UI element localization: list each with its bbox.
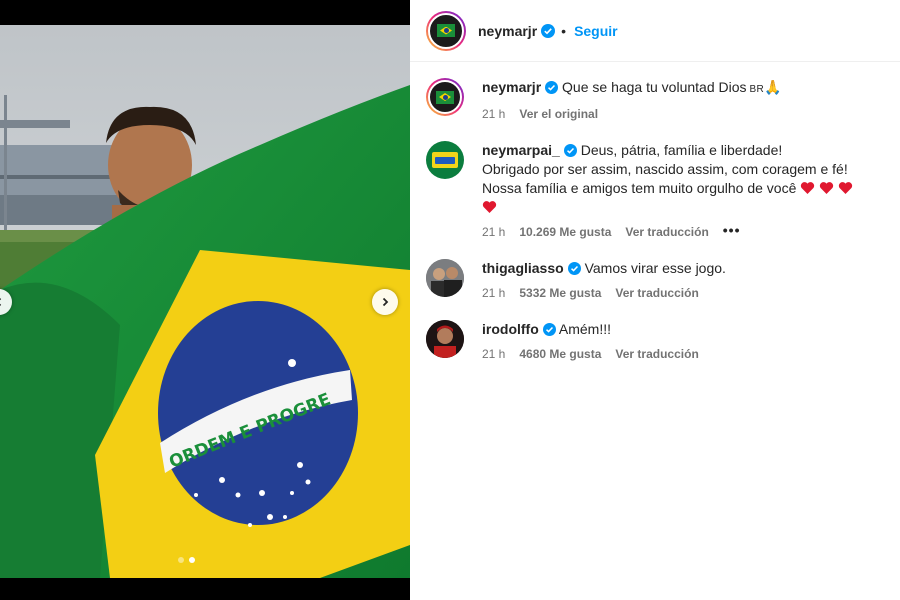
header-separator: • — [561, 22, 567, 39]
see-original-button[interactable]: Ver el original — [519, 107, 598, 121]
brazil-flag-icon — [437, 24, 455, 37]
caption-username[interactable]: neymarjr — [482, 79, 541, 95]
comment-item: irodolffo Amém!!! 21 h 4680 Me gusta Ver… — [426, 320, 884, 361]
comment-line: Vamos virar esse jogo. — [584, 260, 726, 276]
flag-rhombus — [440, 26, 452, 35]
comment-likes[interactable]: 5332 Me gusta — [519, 286, 601, 300]
comment-body: neymarpai_ Deus, pátria, família e liber… — [482, 141, 884, 239]
comment-time[interactable]: 21 h — [482, 347, 505, 361]
comment-item: neymarpai_ Deus, pátria, família e liber… — [426, 141, 884, 239]
author-avatar[interactable] — [426, 10, 466, 51]
caption-time[interactable]: 21 h — [482, 107, 505, 121]
commenter-avatar[interactable] — [426, 141, 464, 179]
follow-button[interactable]: Seguir — [574, 23, 618, 39]
translate-button[interactable]: Ver traducción — [615, 347, 698, 361]
commenter-avatar[interactable] — [426, 320, 464, 358]
caption-text-line: neymarjr Que se haga tu voluntad Dios BR🙏 — [482, 78, 884, 99]
comment-meta: 21 h 5332 Me gusta Ver traducción — [482, 286, 884, 300]
carousel-indicator — [178, 557, 195, 563]
comment-text: irodolffo Amém!!! — [482, 320, 884, 339]
post-photo[interactable]: ORDEM E PROGRE — [0, 25, 410, 578]
comment-line: Deus, pátria, família e liberdade! — [580, 142, 783, 158]
heart-icon — [801, 182, 815, 194]
avatar-image — [428, 80, 462, 114]
commenter-username[interactable]: neymarpai_ — [482, 142, 560, 158]
verified-badge-icon — [541, 23, 556, 38]
heart-icon — [838, 182, 853, 194]
verified-badge-icon — [563, 144, 577, 157]
comment-time[interactable]: 21 h — [482, 286, 505, 300]
post-header: neymarjr • Seguir — [410, 0, 900, 62]
verified-badge-icon — [545, 81, 559, 94]
heart-icon — [482, 201, 497, 213]
verified-badge-icon — [567, 262, 581, 275]
author-username[interactable]: neymarjr — [478, 23, 537, 39]
caption-avatar[interactable] — [426, 78, 464, 116]
comment-text: neymarpai_ Deus, pátria, família e liber… — [482, 141, 884, 217]
commenter-avatar[interactable] — [426, 259, 464, 297]
comment-line: Amém!!! — [558, 321, 612, 337]
avatar-image — [428, 12, 464, 49]
carousel-dot — [178, 557, 184, 563]
avatar-image — [426, 259, 464, 297]
comment-likes[interactable]: 4680 Me gusta — [519, 347, 601, 361]
caption-body: neymarjr Que se haga tu voluntad Dios BR🙏… — [482, 78, 884, 121]
post-media: ORDEM E PROGRE — [0, 0, 410, 600]
post-caption: neymarjr Que se haga tu voluntad Dios BR🙏… — [426, 78, 884, 121]
verified-badge-icon — [542, 323, 556, 336]
commenter-username[interactable]: irodolffo — [482, 321, 539, 337]
flag-globe — [442, 94, 448, 100]
header-user: neymarjr • Seguir — [478, 23, 618, 39]
pray-emoji: 🙏 — [764, 79, 782, 95]
flag-rhombus — [439, 93, 451, 101]
heart-icon — [820, 182, 834, 194]
carousel-dot-active — [189, 557, 195, 563]
more-options-icon[interactable]: ••• — [723, 222, 741, 238]
post-side-panel: neymarjr • Seguir neymarjr Que se haga t… — [410, 0, 900, 600]
comment-time[interactable]: 21 h — [482, 225, 505, 239]
avatar-image — [432, 152, 458, 168]
commenter-username[interactable]: thigagliasso — [482, 260, 564, 276]
comment-body: irodolffo Amém!!! 21 h 4680 Me gusta Ver… — [482, 320, 884, 361]
photo-illustration: ORDEM E PROGRE — [0, 25, 410, 578]
caption-meta: 21 h Ver el original — [482, 107, 884, 121]
caption-flag-emoji: BR — [749, 84, 765, 95]
comment-body: thigagliasso Vamos virar esse jogo. 21 h… — [482, 259, 884, 300]
translate-button[interactable]: Ver traducción — [615, 286, 698, 300]
flag-globe — [443, 28, 449, 33]
comment-meta: 21 h 10.269 Me gusta Ver traducción ••• — [482, 222, 884, 239]
comment-meta: 21 h 4680 Me gusta Ver traducción — [482, 347, 884, 361]
brazil-flag-icon — [436, 90, 454, 104]
comment-likes[interactable]: 10.269 Me gusta — [519, 225, 611, 239]
comment-text: thigagliasso Vamos virar esse jogo. — [482, 259, 884, 278]
comments-list: neymarjr Que se haga tu voluntad Dios BR🙏… — [410, 62, 900, 361]
chevron-left-icon — [0, 298, 2, 306]
caption-text: Que se haga tu voluntad Dios — [562, 79, 747, 95]
comment-line: Obrigado por ser assim, nascido assim, c… — [482, 161, 848, 177]
avatar-image — [426, 320, 464, 358]
carousel-next-button[interactable] — [372, 289, 398, 315]
comment-item: thigagliasso Vamos virar esse jogo. 21 h… — [426, 259, 884, 300]
comment-line: Nossa família e amigos tem muito orgulho… — [482, 180, 797, 196]
chevron-right-icon — [382, 297, 389, 307]
translate-button[interactable]: Ver traducción — [625, 225, 708, 239]
